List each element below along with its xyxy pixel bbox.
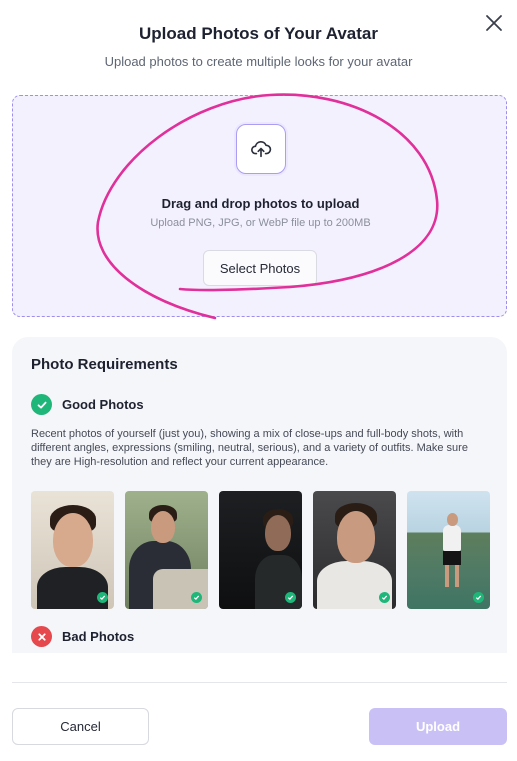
photo-dropzone[interactable]: Drag and drop photos to upload Upload PN… [12, 95, 507, 317]
approved-check-icon [379, 592, 390, 603]
bad-photos-label: Bad Photos [62, 629, 135, 644]
example-photo [219, 491, 302, 609]
dialog-title: Upload Photos of Your Avatar [139, 24, 378, 43]
select-photos-button[interactable]: Select Photos [203, 250, 317, 286]
good-photo-examples [31, 491, 490, 609]
photo-requirements-panel: Photo Requirements Good Photos Recent ph… [12, 337, 507, 653]
check-circle-icon [31, 394, 52, 415]
x-circle-icon [31, 626, 52, 647]
good-photos-label: Good Photos [62, 397, 144, 412]
good-photos-description: Recent photos of yourself (just you), sh… [31, 428, 468, 468]
approved-check-icon [191, 592, 202, 603]
example-photo [313, 491, 396, 609]
requirements-title: Photo Requirements [31, 356, 178, 373]
example-photo [31, 491, 114, 609]
example-photo [125, 491, 208, 609]
dialog-subtitle: Upload photos to create multiple looks f… [104, 54, 413, 69]
cancel-button[interactable]: Cancel [12, 708, 149, 745]
dropzone-title: Drag and drop photos to upload [161, 196, 360, 211]
approved-check-icon [97, 592, 108, 603]
cloud-upload-icon [236, 124, 286, 174]
example-photo [407, 491, 490, 609]
bad-photos-heading: Bad Photos [31, 626, 134, 647]
good-photos-heading: Good Photos [31, 394, 144, 415]
dropzone-hint: Upload PNG, JPG, or WebP file up to 200M… [150, 217, 371, 229]
approved-check-icon [473, 592, 484, 603]
approved-check-icon [285, 592, 296, 603]
upload-button[interactable]: Upload [369, 708, 507, 745]
footer-divider [12, 682, 507, 683]
